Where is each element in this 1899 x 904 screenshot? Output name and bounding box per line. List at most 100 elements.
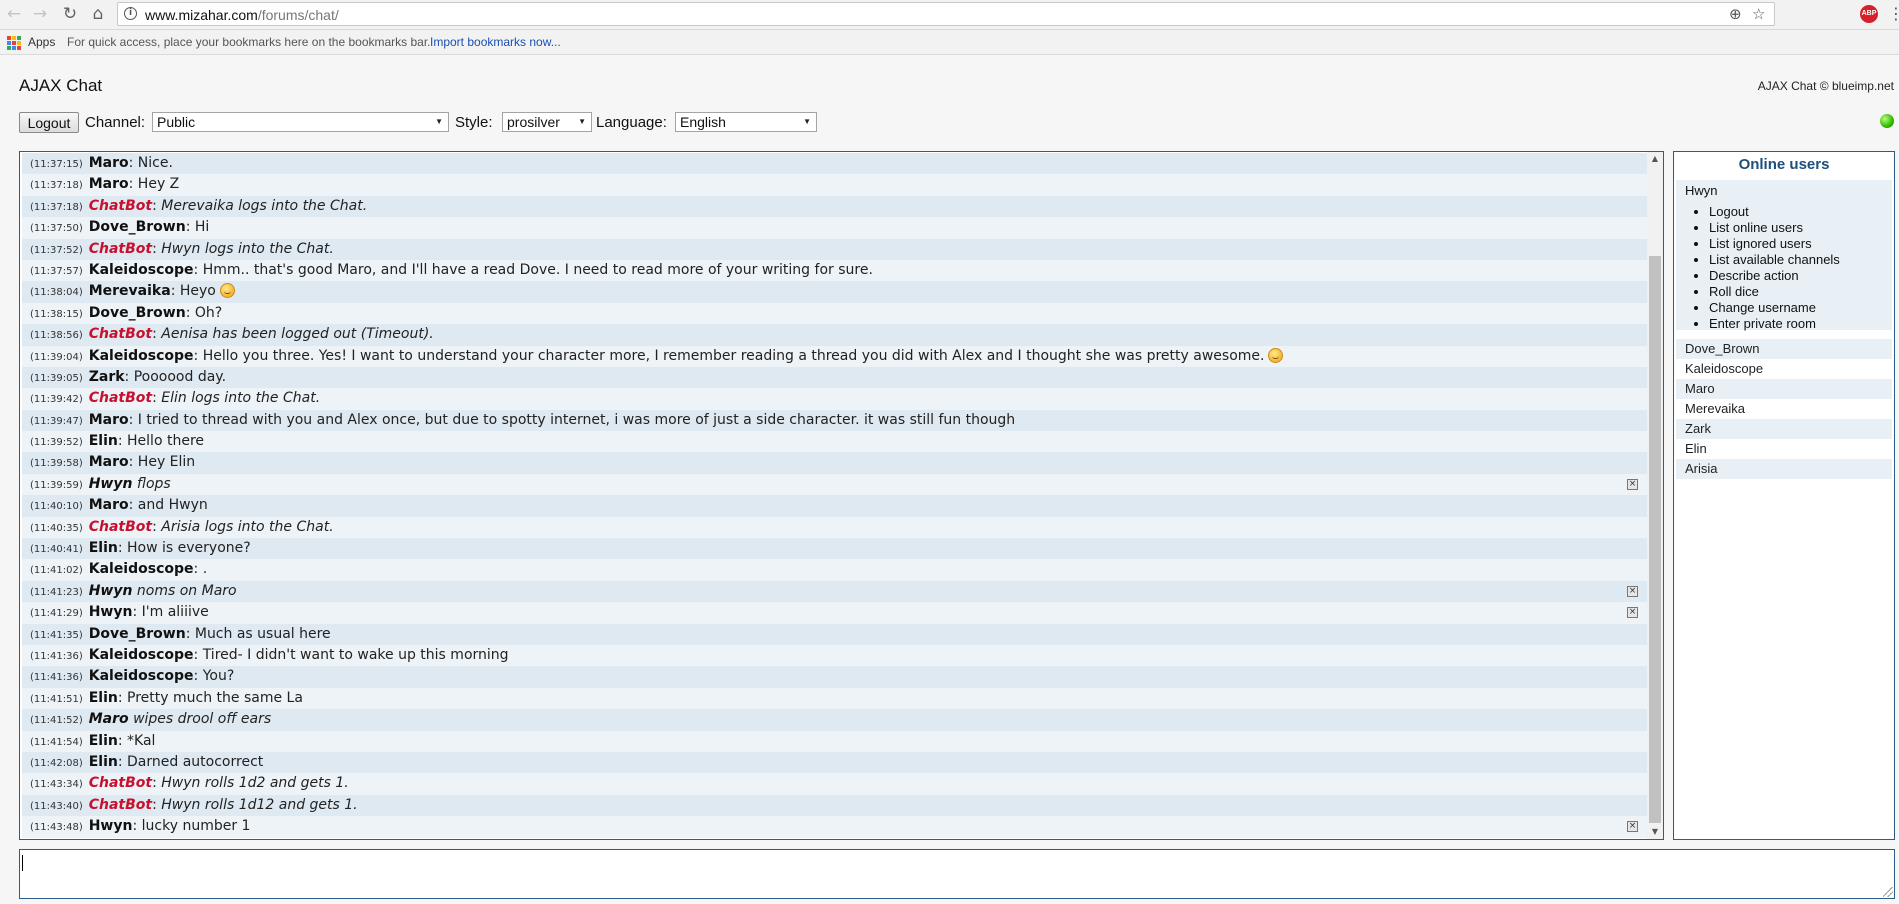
message-user[interactable]: Maro xyxy=(89,497,129,513)
message-input[interactable] xyxy=(19,849,1895,899)
message-user[interactable]: Hwyn xyxy=(89,604,133,620)
message-time: (11:41:51) xyxy=(30,693,83,705)
message-user[interactable]: ChatBot xyxy=(89,775,152,791)
chat-message: (11:43:48) Hwyn: lucky number 1 × xyxy=(22,816,1647,838)
message-separator: : xyxy=(117,753,128,770)
back-icon[interactable]: ← xyxy=(3,3,25,25)
message-user[interactable]: Maro xyxy=(89,176,129,192)
message-user[interactable]: ChatBot xyxy=(89,797,152,813)
message-user[interactable]: Elin xyxy=(89,754,118,770)
message-user[interactable]: Elin xyxy=(89,690,118,706)
message-user[interactable]: ChatBot xyxy=(89,241,152,257)
copyright-text[interactable]: AJAX Chat © blueimp.net xyxy=(1758,79,1894,93)
chat-message: (11:37:52) ChatBot: Hwyn logs into the Ch… xyxy=(22,238,1647,260)
message-user[interactable]: Hwyn xyxy=(89,476,133,492)
online-user[interactable]: Maro xyxy=(1676,379,1892,399)
online-user[interactable]: Elin xyxy=(1676,439,1892,459)
message-user[interactable]: Maro xyxy=(89,155,129,171)
user-menu-item[interactable]: Describe action xyxy=(1709,268,1840,284)
scroll-down-icon[interactable]: ▼ xyxy=(1647,825,1663,839)
apps-icon[interactable] xyxy=(7,36,21,50)
message-user[interactable]: Hwyn xyxy=(89,818,133,834)
message-user[interactable]: Maro xyxy=(89,412,129,428)
message-user[interactable]: ChatBot xyxy=(89,390,152,406)
user-menu-item[interactable]: List available channels xyxy=(1709,252,1840,268)
message-user[interactable]: Elin xyxy=(89,433,118,449)
message-user[interactable]: Kaleidoscope xyxy=(89,348,194,364)
user-menu-item[interactable]: List ignored users xyxy=(1709,236,1840,252)
chat-message: (11:41:23) Hwyn noms on Maro × xyxy=(22,580,1647,603)
online-user[interactable]: Kaleidoscope xyxy=(1676,359,1892,379)
language-select[interactable]: English ▼ xyxy=(675,112,817,132)
online-user[interactable]: Arisia xyxy=(1676,459,1892,479)
message-user[interactable]: Maro xyxy=(89,711,129,727)
zoom-icon[interactable]: ⊕ xyxy=(1729,5,1742,23)
delete-message-icon[interactable]: × xyxy=(1627,821,1638,833)
message-user[interactable]: Dove_Brown xyxy=(89,219,186,235)
channel-select[interactable]: Public ▼ xyxy=(152,112,449,132)
message-user[interactable]: ChatBot xyxy=(89,519,152,535)
message-text: Poooood day. xyxy=(133,368,227,385)
message-user[interactable]: Kaleidoscope xyxy=(89,561,194,577)
online-users-list: Dove_Brown Kaleidoscope Maro Merevaika Zark E… xyxy=(1676,339,1892,479)
home-icon[interactable]: ⌂ xyxy=(87,3,109,25)
user-menu-item[interactable]: Roll dice xyxy=(1709,284,1840,300)
message-time: (11:37:57) xyxy=(30,265,83,277)
message-user[interactable]: ChatBot xyxy=(89,198,152,214)
url-text[interactable]: www.mizahar.com/forums/chat/ xyxy=(145,7,339,23)
current-user[interactable]: Hwyn xyxy=(1685,183,1718,198)
message-user[interactable]: Zark xyxy=(89,369,125,385)
message-text: Merevaika logs into the Chat. xyxy=(161,197,368,214)
message-text: Aenisa has been logged out (Timeout). xyxy=(161,326,434,343)
scroll-thumb[interactable] xyxy=(1649,256,1661,823)
message-user[interactable]: Elin xyxy=(89,540,118,556)
chat-scrollbar[interactable]: ▲ ▼ xyxy=(1647,152,1663,839)
delete-message-icon[interactable]: × xyxy=(1627,478,1638,490)
logout-button[interactable]: Logout xyxy=(19,112,79,133)
message-user[interactable]: Elin xyxy=(89,733,118,749)
menu-icon[interactable]: ⋮ xyxy=(1888,4,1898,24)
message-separator: : xyxy=(128,454,138,471)
chat-message: (11:40:35) ChatBot: Arisia logs into the … xyxy=(22,516,1647,539)
address-bar[interactable]: i www.mizahar.com/forums/chat/ ⊕ ☆ xyxy=(117,2,1775,26)
message-user[interactable]: ChatBot xyxy=(89,326,152,342)
chat-message: (11:37:18) Maro: Hey Z xyxy=(22,174,1647,196)
apps-label[interactable]: Apps xyxy=(28,35,55,49)
user-menu-item[interactable]: List online users xyxy=(1709,220,1840,236)
user-menu-item[interactable]: Logout xyxy=(1709,204,1840,220)
chat-message: (11:39:58) Maro: Hey Elin xyxy=(22,452,1647,474)
delete-message-icon[interactable]: × xyxy=(1627,585,1638,597)
message-user[interactable]: Kaleidoscope xyxy=(89,668,194,684)
scroll-up-icon[interactable]: ▲ xyxy=(1647,152,1663,166)
online-user[interactable]: Zark xyxy=(1676,419,1892,439)
import-bookmarks-link[interactable]: Import bookmarks now... xyxy=(430,35,561,49)
message-text: and Hwyn xyxy=(137,497,208,514)
message-user[interactable]: Merevaika xyxy=(89,283,171,299)
message-text: I'm aliiive xyxy=(141,604,209,621)
reload-icon[interactable]: ↻ xyxy=(59,3,81,25)
chat-log[interactable]: (11:37:15) Maro: Nice. (11:37:18) Maro: Hey… xyxy=(19,151,1664,840)
message-user[interactable]: Hwyn xyxy=(89,583,133,599)
forward-icon[interactable]: → xyxy=(29,3,51,25)
chat-message: (11:43:34) ChatBot: Hwyn rolls 1d2 and ge… xyxy=(22,773,1647,795)
online-user[interactable]: Merevaika xyxy=(1676,399,1892,419)
bookmarks-message: For quick access, place your bookmarks h… xyxy=(67,35,431,49)
message-user[interactable]: Kaleidoscope xyxy=(89,647,194,663)
message-user[interactable]: Dove_Brown xyxy=(89,626,186,642)
message-text: I tried to thread with you and Alex once… xyxy=(137,411,1016,428)
user-menu-item[interactable]: Change username xyxy=(1709,300,1840,316)
message-separator: : xyxy=(117,732,128,749)
message-user[interactable]: Maro xyxy=(89,454,129,470)
adblock-icon[interactable]: ABP xyxy=(1860,5,1878,23)
star-icon[interactable]: ☆ xyxy=(1752,5,1765,23)
message-text: Much as usual here xyxy=(194,625,331,642)
message-user[interactable]: Kaleidoscope xyxy=(89,262,194,278)
message-user[interactable]: Dove_Brown xyxy=(89,305,186,321)
style-select[interactable]: prosilver ▼ xyxy=(502,112,592,132)
message-separator: : xyxy=(152,326,162,343)
online-user[interactable]: Dove_Brown xyxy=(1676,339,1892,359)
user-menu-item[interactable]: Enter private room xyxy=(1709,316,1840,332)
info-icon[interactable]: i xyxy=(124,7,137,20)
delete-message-icon[interactable]: × xyxy=(1627,607,1638,619)
resize-grip-icon[interactable] xyxy=(1883,887,1893,897)
